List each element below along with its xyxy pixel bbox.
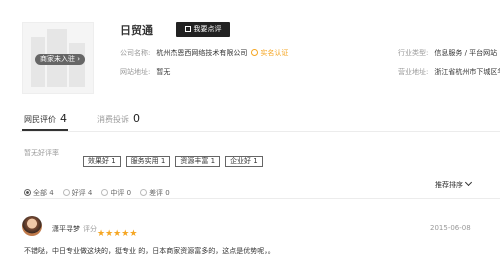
merchant-status-badge[interactable]: 商家未入驻 › [35,54,86,65]
radio-icon [62,189,70,196]
rating-label: 评分 [83,225,97,233]
write-review-button[interactable]: 我要点评 [176,22,230,37]
tab-complaints[interactable]: 消费投诉 0 [97,112,140,125]
no-rating-label: 暂无好评率 [24,149,59,157]
filter-negative[interactable]: 差评 0 [140,189,170,197]
cert-badge: 实名认证 [260,49,289,57]
radio-icon [101,189,109,196]
tag-chip[interactable]: 资源丰富 1 [175,156,221,167]
tag-chip[interactable]: 服务实用 1 [125,156,171,167]
company-name-field: 公司名称: 杭州杰恩西网络技术有限公司 实名认证 [120,49,289,57]
star-icon: ★ [97,229,106,239]
verified-icon [251,49,259,56]
tabs-divider [20,131,500,132]
tag-chip[interactable]: 效果好 1 [83,156,121,167]
chevron-down-icon [464,178,473,187]
company-logo: 商家未入驻 › [22,22,94,94]
tag-chip[interactable]: 企业好 1 [225,156,263,167]
tab-user-reviews[interactable]: 网民评价 4 [24,112,67,125]
filter-divider [20,198,500,199]
star-icon: ★ [105,229,114,239]
edit-icon [184,26,191,32]
review-username[interactable]: 潇平寻梦 [52,224,80,234]
radio-icon [24,189,31,196]
address-field: 营业地址: 浙江省杭州市下城区华 [398,68,500,76]
rating-stars: ★★★★★ [97,221,137,240]
industry-field: 行业类型: 信息服务 / 平台网站 [398,49,498,57]
review-content: 不错哒，中日专业做这块的，挺专业 的，日本商家资源富多的，这点是优势呢，。 [24,247,275,255]
sort-dropdown[interactable]: 推荐排序 [435,178,473,190]
tag-list: 效果好 1 服务实用 1 资源丰富 1 企业好 1 [83,148,268,167]
website-field: 网站地址: 暂无 [120,68,171,76]
review-date: 2015-06-08 [430,224,471,232]
review-filter: 全部 4 好评 4 中评 0 差评 0 [24,180,179,199]
company-title: 日贸通 [120,24,153,37]
avatar[interactable] [22,216,42,236]
radio-icon [140,189,148,196]
filter-all[interactable]: 全部 4 [24,189,54,197]
star-icon: ★ [129,229,138,239]
filter-neutral[interactable]: 中评 0 [101,189,131,197]
filter-positive[interactable]: 好评 4 [62,189,92,197]
